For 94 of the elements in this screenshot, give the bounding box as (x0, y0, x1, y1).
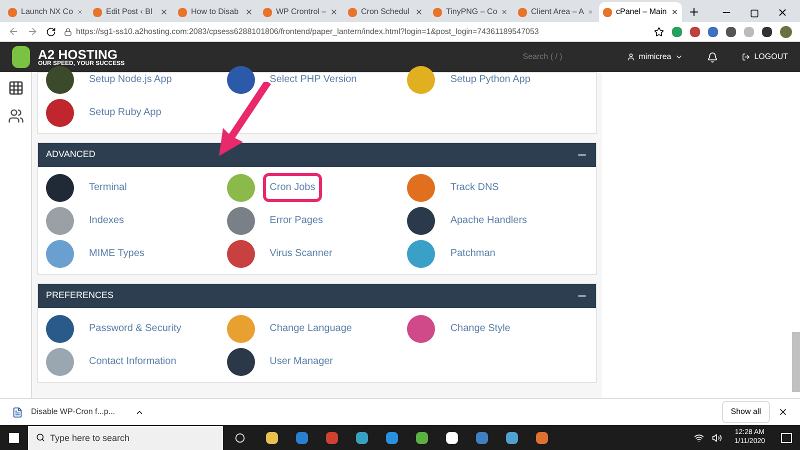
browser-tab[interactable]: How to Disab (174, 2, 257, 22)
user-icon (626, 53, 635, 61)
tool-link[interactable]: MIME Types (82, 239, 152, 268)
section-title: ADVANCED (46, 148, 96, 162)
maximize-icon[interactable] (750, 9, 759, 18)
wifi-icon (694, 432, 704, 442)
tool-icon (46, 174, 74, 202)
tool-link[interactable]: Apache Handlers (443, 206, 534, 235)
tab-favicon-icon (93, 8, 102, 16)
tool-link[interactable]: Virus Scanner (262, 239, 340, 268)
tool-link[interactable]: Setup Python App (443, 65, 538, 94)
logout-link[interactable]: LOGOUT (742, 51, 788, 63)
tab-favicon-icon (603, 8, 612, 16)
show-all-button[interactable]: Show all (722, 401, 770, 423)
tool-link[interactable]: Password & Security (82, 314, 188, 343)
tool-link[interactable]: Change Style (443, 314, 518, 343)
taskbar-search-field[interactable]: Type here to search (28, 426, 223, 450)
tab-favicon-icon (263, 8, 272, 16)
address-field[interactable]: https://sg1-ss10.a2hosting.com:2083/cpsess6288101806/frontend/paper_lantern/index.html?login=1&post_login=74361189547053 (64, 26, 646, 38)
search-field[interactable]: Search ( / ) (522, 51, 603, 63)
caret-icon (675, 53, 684, 61)
bookmark-star-icon[interactable] (654, 26, 664, 36)
logo-title: A2 HOSTING (38, 48, 118, 60)
tool-icon (226, 240, 255, 268)
close-icon[interactable] (415, 8, 423, 16)
browser-tab[interactable]: cPanel – Main (599, 2, 682, 22)
tool-link[interactable]: Select PHP Version (262, 65, 364, 94)
users-icon[interactable] (8, 108, 24, 124)
browser-tab[interactable]: Cron Schedul (344, 2, 427, 22)
section-header[interactable]: ADVANCED (38, 143, 596, 167)
tab-favicon-icon (348, 8, 357, 16)
browser-tab[interactable]: TinyPNG – Co (429, 2, 512, 22)
tool-icon (407, 174, 436, 202)
tab-favicon-icon (433, 8, 442, 16)
close-icon[interactable] (160, 8, 168, 16)
tool-link[interactable]: Setup Node.js App (82, 65, 179, 94)
tool-icon (46, 240, 74, 268)
tool-link[interactable]: User Manager (262, 347, 340, 376)
profile-avatar-icon[interactable] (780, 26, 792, 38)
tool-icon (407, 314, 436, 342)
close-icon[interactable] (330, 8, 338, 16)
taskbar-app-icon[interactable] (266, 432, 278, 444)
tool-link[interactable]: Terminal (82, 173, 134, 202)
back-icon[interactable] (8, 26, 19, 37)
taskbar-app-icon[interactable] (506, 432, 518, 444)
search-icon (36, 433, 45, 442)
taskbar-app-icon[interactable] (416, 432, 428, 444)
section-header[interactable]: PREFERENCES (38, 284, 596, 308)
tool-icon (407, 206, 436, 234)
close-icon[interactable] (777, 7, 788, 18)
tab-favicon-icon (518, 8, 527, 16)
tool-icon (46, 348, 74, 376)
tab-favicon-icon (178, 8, 187, 16)
tool-link[interactable]: Indexes (82, 206, 132, 235)
volume-icon[interactable] (712, 432, 722, 442)
taskbar-app-icon[interactable] (356, 432, 368, 444)
tool-link[interactable]: Setup Ruby App (82, 98, 168, 127)
tool-link[interactable]: Contact Information (82, 347, 184, 376)
tool-icon (407, 240, 436, 268)
lock-icon (64, 28, 72, 36)
tool-icon (46, 98, 74, 126)
tool-link[interactable]: Cron Jobs (262, 173, 322, 202)
tool-icon (46, 314, 74, 342)
browser-tab[interactable]: Client Area – A (514, 2, 597, 22)
reload-icon[interactable] (46, 26, 56, 36)
user-menu[interactable]: mimicrea (626, 51, 684, 63)
browser-tab[interactable]: Edit Post ‹ Bl (89, 2, 172, 22)
browser-tab[interactable]: Launch NX Co (4, 2, 87, 22)
cortana-icon[interactable] (235, 432, 245, 442)
download-item[interactable]: Disable WP-Cron f...p... (31, 406, 116, 418)
close-icon[interactable] (778, 407, 788, 417)
tool-link[interactable]: Patchman (443, 239, 502, 268)
tool-link[interactable]: Change Language (262, 314, 359, 343)
tool-icon (226, 314, 255, 342)
tool-link[interactable]: Error Pages (262, 206, 330, 235)
browser-tab[interactable]: WP Crontrol – (259, 2, 342, 22)
file-icon (12, 406, 23, 418)
forward-icon[interactable] (27, 26, 38, 37)
close-icon[interactable] (77, 8, 83, 16)
taskbar-app-icon[interactable] (446, 432, 458, 444)
logo-icon (12, 46, 30, 68)
scrollbar-thumb[interactable] (792, 332, 800, 392)
tool-icon (226, 348, 255, 376)
tool-icon (46, 206, 74, 234)
logout-icon (742, 53, 750, 61)
tool-icon (226, 206, 255, 234)
section-title: PREFERENCES (46, 289, 114, 302)
tool-icon (226, 174, 255, 202)
new-tab-icon[interactable] (688, 6, 700, 18)
apps-grid-icon[interactable] (8, 80, 24, 96)
close-icon[interactable] (245, 8, 253, 16)
close-icon[interactable] (670, 8, 678, 16)
tab-favicon-icon (8, 8, 17, 16)
tool-link[interactable]: Track DNS (443, 173, 506, 202)
